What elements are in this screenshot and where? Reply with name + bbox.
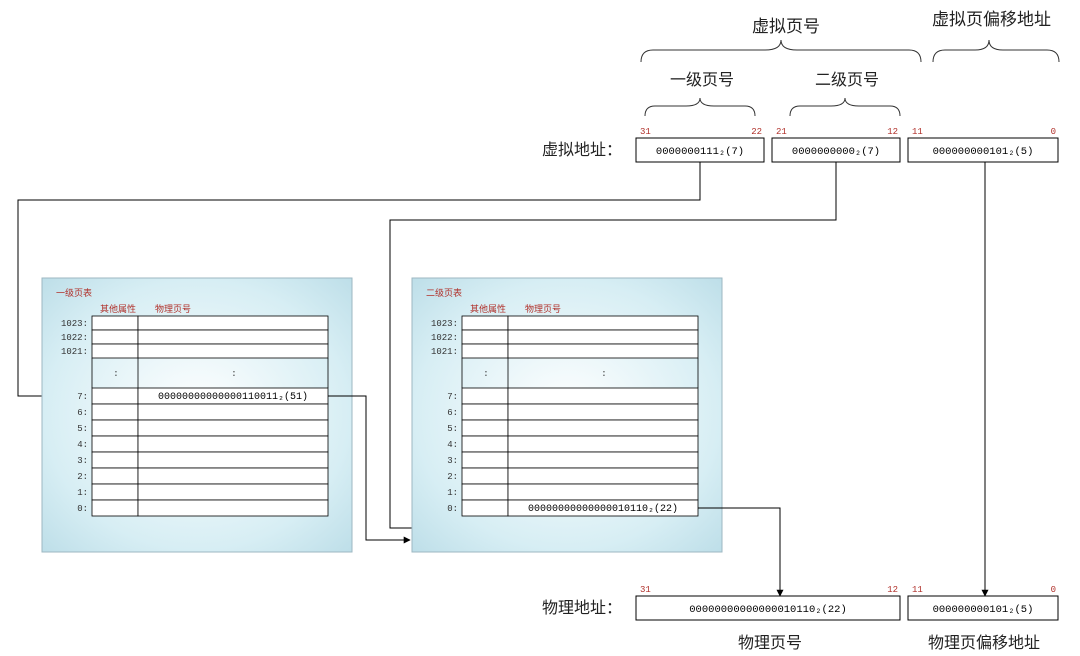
pt1-rowidx-1021: 1021: bbox=[61, 347, 88, 357]
pt1-title: 一级页表 bbox=[56, 287, 92, 298]
pt2-entry-0: 00000000000000010110₂(22) bbox=[528, 503, 678, 515]
label-vpo: 虚拟页偏移地址 bbox=[932, 10, 1051, 29]
paddr-ppn: 00000000000000010110₂(22) bbox=[689, 604, 847, 616]
paddr-row: 00000000000000010110₂(22) 000000000101₂(… bbox=[636, 596, 1058, 620]
paddr-off: 000000000101₂(5) bbox=[933, 604, 1034, 616]
bit-pa-12: 12 bbox=[887, 585, 898, 595]
pt1-rowidx-1023: 1023: bbox=[61, 319, 88, 329]
bit-pa-11: 11 bbox=[912, 585, 923, 595]
label-ppo: 物理页偏移地址 bbox=[928, 634, 1040, 652]
vaddr-off: 000000000101₂(5) bbox=[933, 146, 1034, 158]
pt1-rowidx-7: 7: bbox=[77, 392, 88, 402]
pt1-rowidx-1022: 1022: bbox=[61, 333, 88, 343]
bit-va-21: 21 bbox=[776, 127, 787, 137]
label-ppn: 物理页号 bbox=[738, 634, 802, 652]
brace-l2 bbox=[790, 98, 900, 116]
bit-va-31: 31 bbox=[640, 127, 651, 137]
brace-l1 bbox=[645, 98, 755, 116]
page-table-2: 二级页表 其他属性 物理页号 1023: 1022: 1021: : : 7: … bbox=[412, 278, 722, 552]
pt2-ell-l: : bbox=[483, 369, 488, 379]
pt1-rowidx-3: 3: bbox=[77, 456, 88, 466]
bit-va-12: 12 bbox=[887, 127, 898, 137]
pt2-rowidx-1021: 1021: bbox=[431, 347, 458, 357]
pt1-ell-l: : bbox=[113, 369, 118, 379]
pt2-rowidx-6: 6: bbox=[447, 408, 458, 418]
pt2-title: 二级页表 bbox=[426, 287, 462, 298]
pt1-rowidx-6: 6: bbox=[77, 408, 88, 418]
pt1-col-ppn: 物理页号 bbox=[155, 303, 191, 314]
page-table-1: 一级页表 其他属性 物理页号 1023: 1022: 1021: : : bbox=[42, 278, 352, 552]
pt2-rowidx-3: 3: bbox=[447, 456, 458, 466]
pt1-rowidx-5: 5: bbox=[77, 424, 88, 434]
pt2-col-ppn: 物理页号 bbox=[525, 303, 561, 314]
pt1-rowidx-2: 2: bbox=[77, 472, 88, 482]
bit-va-0: 0 bbox=[1051, 127, 1056, 137]
label-vpn: 虚拟页号 bbox=[752, 17, 820, 36]
pt2-rowidx-1023: 1023: bbox=[431, 319, 458, 329]
pt1-ell-r: : bbox=[231, 369, 236, 379]
label-l1-page-no: 一级页号 bbox=[670, 71, 734, 89]
bit-va-11: 11 bbox=[912, 127, 923, 137]
pt2-ell-r: : bbox=[601, 369, 606, 379]
pt2-rowidx-4: 4: bbox=[447, 440, 458, 450]
label-l2-page-no: 二级页号 bbox=[815, 71, 879, 89]
bit-pa-0: 0 bbox=[1051, 585, 1056, 595]
vaddr-l1: 0000000111₂(7) bbox=[656, 146, 744, 158]
pt1-rowidx-1: 1: bbox=[77, 488, 88, 498]
pt1-col-other: 其他属性 bbox=[100, 303, 136, 314]
brace-vpn bbox=[641, 40, 921, 62]
pt2-rowidx-7: 7: bbox=[447, 392, 458, 402]
pt2-rowidx-0: 0: bbox=[447, 504, 458, 514]
bit-va-22: 22 bbox=[751, 127, 762, 137]
pt1-rowidx-0: 0: bbox=[77, 504, 88, 514]
label-vaddr: 虚拟地址： bbox=[542, 141, 622, 159]
pt1-rowidx-4: 4: bbox=[77, 440, 88, 450]
vaddr-l2: 0000000000₂(7) bbox=[792, 146, 880, 158]
pt2-rowidx-2: 2: bbox=[447, 472, 458, 482]
brace-vpo bbox=[933, 40, 1059, 62]
pt1-entry-7: 00000000000000110011₂(51) bbox=[158, 391, 308, 403]
pt2-rowidx-5: 5: bbox=[447, 424, 458, 434]
pt2-col-other: 其他属性 bbox=[470, 303, 506, 314]
pt2-rowidx-1022: 1022: bbox=[431, 333, 458, 343]
vaddr-row: 0000000111₂(7) 0000000000₂(7) 0000000001… bbox=[636, 138, 1058, 162]
label-paddr: 物理地址： bbox=[542, 599, 622, 617]
pt2-rowidx-1: 1: bbox=[447, 488, 458, 498]
bit-pa-31: 31 bbox=[640, 585, 651, 595]
